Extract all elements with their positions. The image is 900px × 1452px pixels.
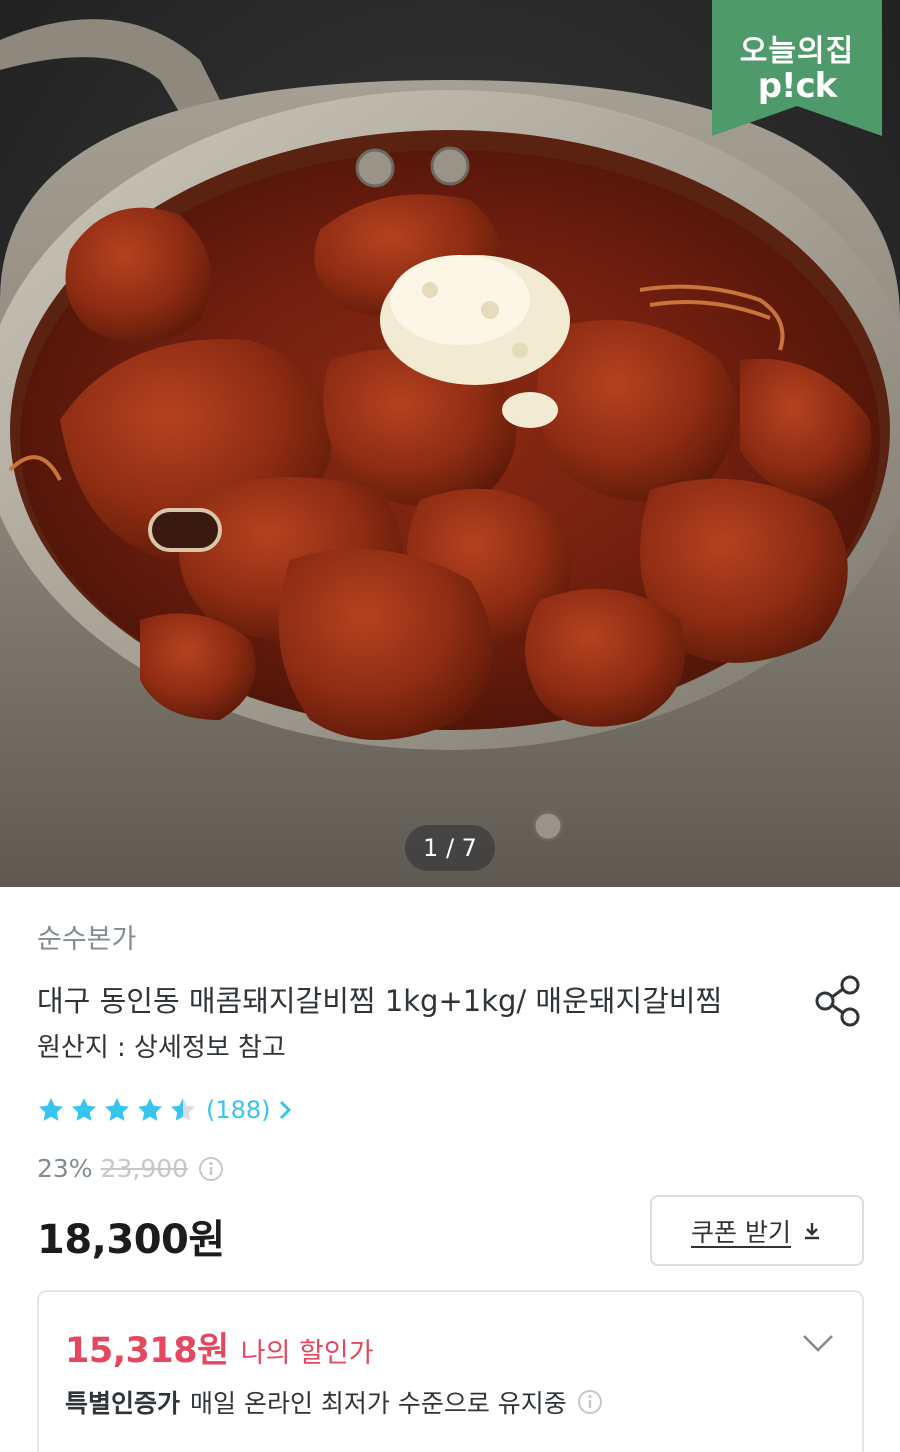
star-icon [39,1098,63,1121]
discount-info: 23% 23,900 [37,1154,224,1183]
share-icon[interactable] [813,973,863,1029]
my-price-row: 15,318원 나의 할인가 [65,1322,374,1373]
origin-info: 원산지 : 상세정보 참고 [37,1033,286,1063]
chevron-down-icon[interactable] [801,1332,835,1354]
chevron-right-icon [279,1100,291,1120]
half-star-icon [171,1098,195,1121]
ohouse-pick-badge: 오늘의집 p!ck [712,0,882,136]
review-count[interactable]: (188) [206,1096,271,1124]
my-discount-card[interactable]: 15,318원 나의 할인가 특별인증가 매일 온라인 최저가 수준으로 유지중 [37,1290,864,1452]
sale-price: 18,300원 [37,1217,225,1263]
coupon-button-label: 쿠폰 받기 [691,1217,791,1247]
rating-summary[interactable]: (188) [37,1093,293,1127]
download-icon [804,1222,819,1239]
special-price-label: 특별인증가 [65,1389,181,1418]
info-icon[interactable] [577,1389,603,1415]
coupon-download-button[interactable]: 쿠폰 받기 [650,1195,864,1266]
info-icon[interactable] [198,1156,224,1182]
my-discount-price: 15,318원 [65,1331,229,1371]
my-discount-label: 나의 할인가 [240,1338,374,1369]
special-certified-row: 특별인증가 매일 온라인 최저가 수준으로 유지중 [65,1384,603,1420]
badge-pick-text: p!ck [757,66,838,106]
product-image-carousel[interactable]: 오늘의집 p!ck 1 / 7 [0,0,900,887]
image-counter: 1 / 7 [405,825,495,871]
special-price-description: 매일 온라인 최저가 수준으로 유지중 [190,1389,567,1418]
brand-name[interactable]: 순수본가 [37,917,136,956]
discount-rate: 23% [37,1154,93,1183]
star-icon [105,1098,129,1121]
product-title: 대구 동인동 매콤돼지갈비찜 1kg+1kg/ 매운돼지갈비찜 [37,984,723,1018]
star-icon [138,1098,162,1121]
star-rating [37,1096,202,1124]
original-price: 23,900 [100,1154,189,1183]
badge-title: 오늘의집 [739,34,855,69]
star-icon [72,1098,96,1121]
